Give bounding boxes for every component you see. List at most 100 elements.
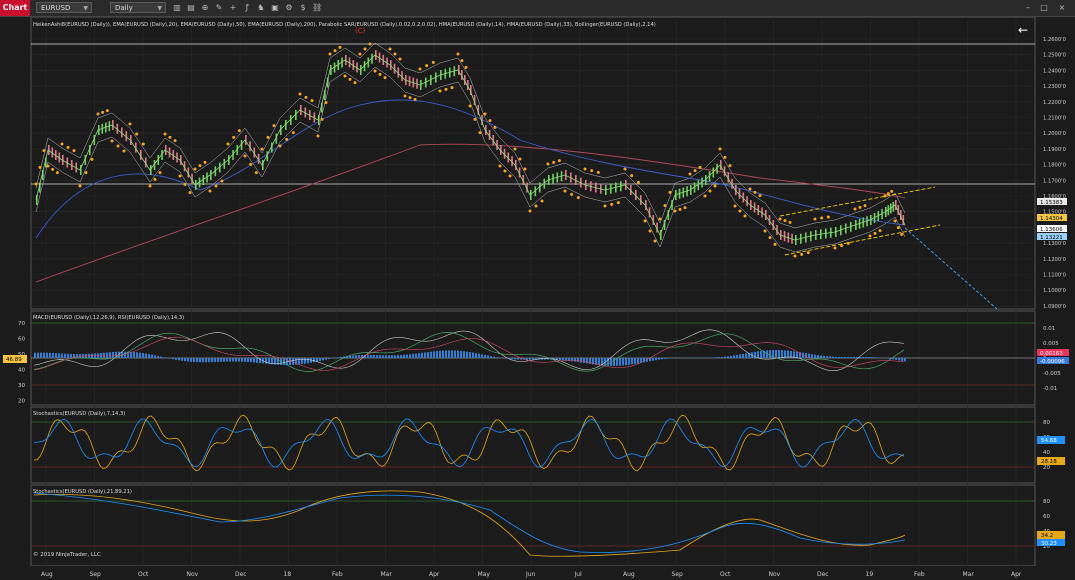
stoch2-axis-tick: 80 xyxy=(1043,499,1050,505)
sar-dot xyxy=(806,251,810,255)
maximize-button[interactable]: □ xyxy=(1039,3,1049,13)
sar-dot xyxy=(46,164,50,168)
sar-dot xyxy=(38,165,42,169)
macd-bar xyxy=(583,358,585,364)
price-axis-tick: 1.1300'0 xyxy=(1043,241,1066,247)
macd-bar xyxy=(841,356,843,358)
macd-bar xyxy=(898,358,900,361)
draw-icon[interactable]: ✎ xyxy=(214,3,224,13)
rsi-flag-text: 46.89 xyxy=(6,357,22,363)
sar-dot xyxy=(753,190,757,194)
sar-dot xyxy=(698,165,702,169)
sar-dot xyxy=(348,77,352,81)
instrument-selector[interactable]: EURUSD ▼ xyxy=(36,2,92,13)
trade-icon[interactable]: $ xyxy=(298,3,308,13)
macd-bar xyxy=(64,353,66,358)
chart-toolbar: Chart EURUSD ▼ Daily ▼ ▥ ▤ ⊕ ✎ + ƒ ♞ ▣ ⚙… xyxy=(0,0,1075,17)
link-icon[interactable]: ⛓ xyxy=(312,3,322,13)
macd-axis-tick: 0.01 xyxy=(1043,326,1055,332)
sar-dot xyxy=(758,194,762,198)
sar-dot xyxy=(678,207,682,211)
sar-dot xyxy=(498,164,502,168)
macd-bar xyxy=(478,353,480,358)
macd-bar xyxy=(373,355,375,358)
macd-bar xyxy=(430,351,432,358)
price-chart[interactable]: 1.2600'0 1.2500'0 1.2400'0 1.2300'0 1.2200'0… xyxy=(0,17,1075,580)
macd-bar xyxy=(301,358,303,365)
sar-dot xyxy=(893,219,897,223)
macd-bar xyxy=(856,356,858,358)
price-axis-tick: 1.2200'0 xyxy=(1043,100,1066,106)
price-axis-tick: 1.2000'0 xyxy=(1043,131,1066,137)
macd-bar xyxy=(844,357,846,358)
sar-dot xyxy=(243,154,247,158)
sar-dot xyxy=(868,234,872,238)
macd-bar xyxy=(367,354,369,358)
macd-bar xyxy=(760,350,762,358)
interval-selector[interactable]: Daily ▼ xyxy=(110,2,166,13)
macd-bar xyxy=(409,354,411,358)
macd-bar xyxy=(187,358,189,362)
sar-dot xyxy=(718,147,722,151)
macd-bar xyxy=(628,358,630,365)
macd-bar xyxy=(445,350,447,358)
macd-bar xyxy=(475,353,477,358)
sar-dot xyxy=(444,87,448,91)
sar-dot xyxy=(658,217,662,221)
macd-bar xyxy=(562,358,564,361)
x-axis-tick: Jun xyxy=(525,571,536,578)
sar-dot xyxy=(338,45,342,49)
sar-dot xyxy=(683,206,687,210)
stoch2-panel xyxy=(30,484,1036,567)
x-axis-tick: Oct xyxy=(720,571,731,578)
price-flag-1: 1.15383 xyxy=(1040,200,1063,206)
indicator-icon[interactable]: ƒ xyxy=(242,3,252,13)
macd-bar xyxy=(172,358,174,360)
sar-dot xyxy=(534,204,538,208)
macd-bar xyxy=(850,357,852,358)
macd-bar xyxy=(484,354,486,358)
arrow-left-icon[interactable]: ← xyxy=(1018,23,1028,37)
macd-bar xyxy=(76,354,78,358)
macd-bar xyxy=(157,355,159,358)
macd-bar xyxy=(379,355,381,358)
sar-dot xyxy=(546,162,550,166)
x-axis-tick: Mar xyxy=(381,571,393,578)
sar-dot xyxy=(557,159,561,163)
macd-bar xyxy=(427,352,429,358)
macd-bar xyxy=(598,358,600,366)
macd-bar xyxy=(55,353,57,358)
macd-bar xyxy=(775,350,777,358)
sar-dot xyxy=(523,167,527,171)
macd-bar xyxy=(313,358,315,363)
instrument-value: EURUSD xyxy=(41,4,71,12)
chart-tab[interactable]: Chart xyxy=(0,0,30,16)
x-axis-tick: Dec xyxy=(235,571,247,578)
zoom-icon[interactable]: ⊕ xyxy=(200,3,210,13)
strategy-icon[interactable]: ♞ xyxy=(256,3,266,13)
sar-dot xyxy=(653,239,657,243)
macd-bar xyxy=(247,358,249,363)
sar-dot xyxy=(72,149,76,153)
sar-dot xyxy=(398,57,402,61)
sar-dot xyxy=(636,180,640,184)
template-icon[interactable]: ▣ xyxy=(270,3,280,13)
price-axis-tick: 1.2600'0 xyxy=(1043,37,1066,43)
minimize-button[interactable]: – xyxy=(1023,3,1033,13)
properties-icon[interactable]: ⚙ xyxy=(284,3,294,13)
sar-dot xyxy=(220,179,224,183)
crosshair-icon[interactable]: + xyxy=(228,3,238,13)
sar-dot xyxy=(468,104,472,108)
sar-dot xyxy=(188,191,192,195)
sar-dot xyxy=(473,117,477,121)
sar-dot xyxy=(820,216,824,220)
bars-icon[interactable]: ▥ xyxy=(172,3,182,13)
macd-bar xyxy=(490,356,492,358)
macd-bar xyxy=(865,356,867,358)
sar-dot xyxy=(723,155,727,159)
chart-style-icon[interactable]: ▤ xyxy=(186,3,196,13)
close-button[interactable]: × xyxy=(1057,3,1067,13)
sar-dot xyxy=(141,142,145,146)
macd-bar xyxy=(355,355,357,358)
rsi-flag: 46.89 xyxy=(3,355,27,363)
